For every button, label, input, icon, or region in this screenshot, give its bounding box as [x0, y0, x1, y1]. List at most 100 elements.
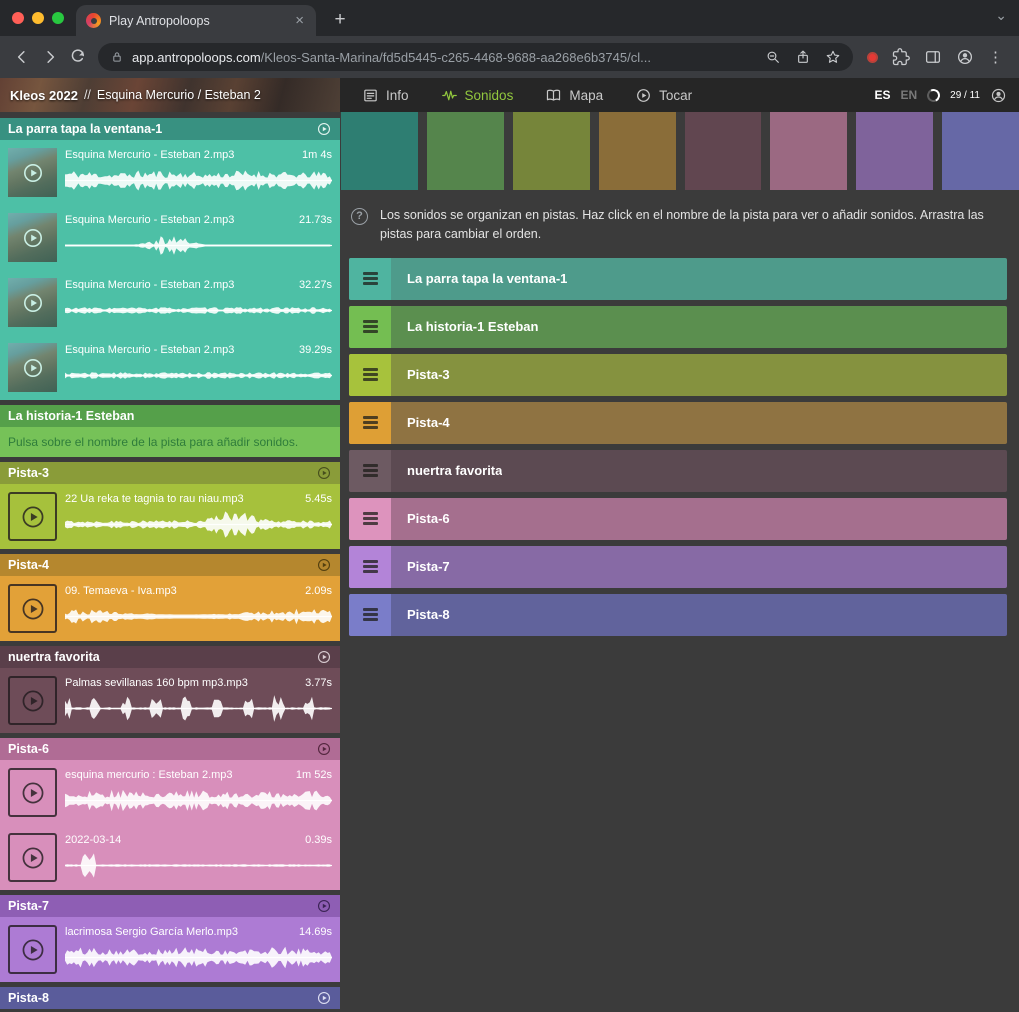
waveform[interactable]	[65, 229, 332, 262]
side-panel-icon[interactable]	[924, 48, 942, 66]
tab-tocar[interactable]: Tocar	[635, 87, 692, 104]
drag-handle-icon[interactable]	[349, 450, 391, 492]
lang-en-button[interactable]: EN	[900, 88, 917, 102]
track-header[interactable]: nuertra favorita	[0, 646, 340, 668]
close-window-button[interactable]	[12, 12, 24, 24]
account-icon[interactable]	[990, 87, 1007, 104]
play-icon	[21, 291, 45, 315]
track-row[interactable]: Pista-7	[349, 546, 1007, 588]
back-button[interactable]	[8, 43, 36, 71]
clip-play-button[interactable]	[8, 925, 57, 974]
tab-search-chevron-icon[interactable]: ⌄	[995, 7, 1007, 24]
track-header[interactable]: Pista-8	[0, 987, 340, 1009]
drag-handle-icon[interactable]	[349, 306, 391, 348]
clip-play-button[interactable]	[8, 492, 57, 541]
waveform[interactable]	[65, 508, 332, 541]
waveform[interactable]	[65, 359, 332, 392]
waveform[interactable]	[65, 941, 332, 974]
minimize-window-button[interactable]	[32, 12, 44, 24]
browser-menu-icon[interactable]: ⋮	[988, 50, 1003, 65]
audio-clip[interactable]: 22 Ua reka te tagnia to rau niau.mp35.45…	[0, 484, 340, 549]
track-play-icon[interactable]	[316, 990, 332, 1006]
audio-clip[interactable]: 2022-03-140.39s	[0, 825, 340, 890]
track-header[interactable]: La parra tapa la ventana-1	[0, 118, 340, 140]
clip-name: 09. Temaeva - Iva.mp3	[65, 585, 177, 597]
track-row[interactable]: nuertra favorita	[349, 450, 1007, 492]
track-header[interactable]: Pista-3	[0, 462, 340, 484]
track-row[interactable]: Pista-4	[349, 402, 1007, 444]
track-play-icon[interactable]	[316, 557, 332, 573]
audio-clip[interactable]: 09. Temaeva - Iva.mp32.09s	[0, 576, 340, 641]
page-content: La parra tapa la ventana-1 Esquina Mercu…	[0, 112, 1019, 1012]
audio-clip[interactable]: Esquina Mercurio - Esteban 2.mp332.27s	[0, 270, 340, 335]
clip-thumbnail[interactable]	[8, 278, 57, 327]
track-play-icon[interactable]	[316, 465, 332, 481]
track-header[interactable]: Pista-4	[0, 554, 340, 576]
tab-info[interactable]: Info	[362, 87, 409, 104]
profile-avatar-icon[interactable]	[956, 48, 974, 66]
track-play-icon[interactable]	[316, 898, 332, 914]
waveform[interactable]	[65, 849, 332, 882]
reload-button[interactable]	[64, 43, 92, 71]
clip-duration: 21.73s	[299, 214, 332, 226]
new-tab-button[interactable]: +	[328, 8, 352, 32]
bookmark-star-icon[interactable]	[825, 49, 841, 65]
waveform[interactable]	[65, 600, 332, 633]
track-row[interactable]: Pista-3	[349, 354, 1007, 396]
header-right: ES EN 29 / 11	[874, 78, 1019, 112]
track-play-icon[interactable]	[316, 121, 332, 137]
clip-thumbnail[interactable]	[8, 148, 57, 197]
clip-thumbnail[interactable]	[8, 213, 57, 262]
clip-play-button[interactable]	[8, 833, 57, 882]
track-header[interactable]: Pista-7	[0, 895, 340, 917]
waveform[interactable]	[65, 294, 332, 327]
track-header[interactable]: La historia-1 Esteban	[0, 405, 340, 427]
play-icon	[21, 226, 45, 250]
browser-tab[interactable]: Play Antropoloops ×	[76, 5, 316, 36]
audio-clip[interactable]: lacrimosa Sergio García Merlo.mp314.69s	[0, 917, 340, 982]
clip-thumbnail[interactable]	[8, 343, 57, 392]
fullscreen-window-button[interactable]	[52, 12, 64, 24]
track-play-icon[interactable]	[316, 649, 332, 665]
audio-clip[interactable]: Palmas sevillanas 160 bpm mp3.mp33.77s	[0, 668, 340, 733]
clip-play-button[interactable]	[8, 584, 57, 633]
extensions-area: ⋮	[859, 48, 1011, 66]
drag-handle-icon[interactable]	[349, 354, 391, 396]
tab-close-icon[interactable]: ×	[293, 11, 306, 30]
clip-play-button[interactable]	[8, 768, 57, 817]
clip-play-button[interactable]	[8, 676, 57, 725]
audio-clip[interactable]: Esquina Mercurio - Esteban 2.mp321.73s	[0, 205, 340, 270]
project-title-area[interactable]: Kleos 2022 // Esquina Mercurio / Esteban…	[0, 78, 340, 112]
track-row[interactable]: Pista-8	[349, 594, 1007, 636]
drag-handle-icon[interactable]	[349, 498, 391, 540]
forward-button[interactable]	[36, 43, 64, 71]
map-icon	[545, 87, 562, 104]
audio-clip[interactable]: Esquina Mercurio - Esteban 2.mp339.29s	[0, 335, 340, 400]
track-play-icon[interactable]	[316, 741, 332, 757]
url-host: app.antropoloops.com	[132, 50, 261, 65]
track-color-swatch	[513, 112, 590, 190]
zoom-icon[interactable]	[765, 49, 781, 65]
record-extension-icon[interactable]	[867, 52, 878, 63]
extensions-puzzle-icon[interactable]	[892, 48, 910, 66]
waveform[interactable]	[65, 692, 332, 725]
track-row[interactable]: La parra tapa la ventana-1	[349, 258, 1007, 300]
drag-handle-icon[interactable]	[349, 402, 391, 444]
drag-handle-icon[interactable]	[349, 546, 391, 588]
lang-es-button[interactable]: ES	[874, 88, 890, 102]
track-name: La parra tapa la ventana-1	[8, 122, 310, 136]
drag-handle-icon[interactable]	[349, 258, 391, 300]
audio-clip[interactable]: Esquina Mercurio - Esteban 2.mp31m 4s	[0, 140, 340, 205]
drag-handle-icon[interactable]	[349, 594, 391, 636]
tab-sonidos[interactable]: Sonidos	[441, 87, 514, 104]
address-bar[interactable]: app.antropoloops.com /Kleos-Santa-Marina…	[98, 43, 853, 71]
waveform[interactable]	[65, 164, 332, 197]
audio-clip[interactable]: esquina mercurio : Esteban 2.mp31m 52s	[0, 760, 340, 825]
waveform[interactable]	[65, 784, 332, 817]
tab-mapa[interactable]: Mapa	[545, 87, 603, 104]
track-row[interactable]: Pista-6	[349, 498, 1007, 540]
share-icon[interactable]	[795, 49, 811, 65]
track-header[interactable]: Pista-6	[0, 738, 340, 760]
help-icon[interactable]: ?	[351, 208, 368, 225]
track-row[interactable]: La historia-1 Esteban	[349, 306, 1007, 348]
